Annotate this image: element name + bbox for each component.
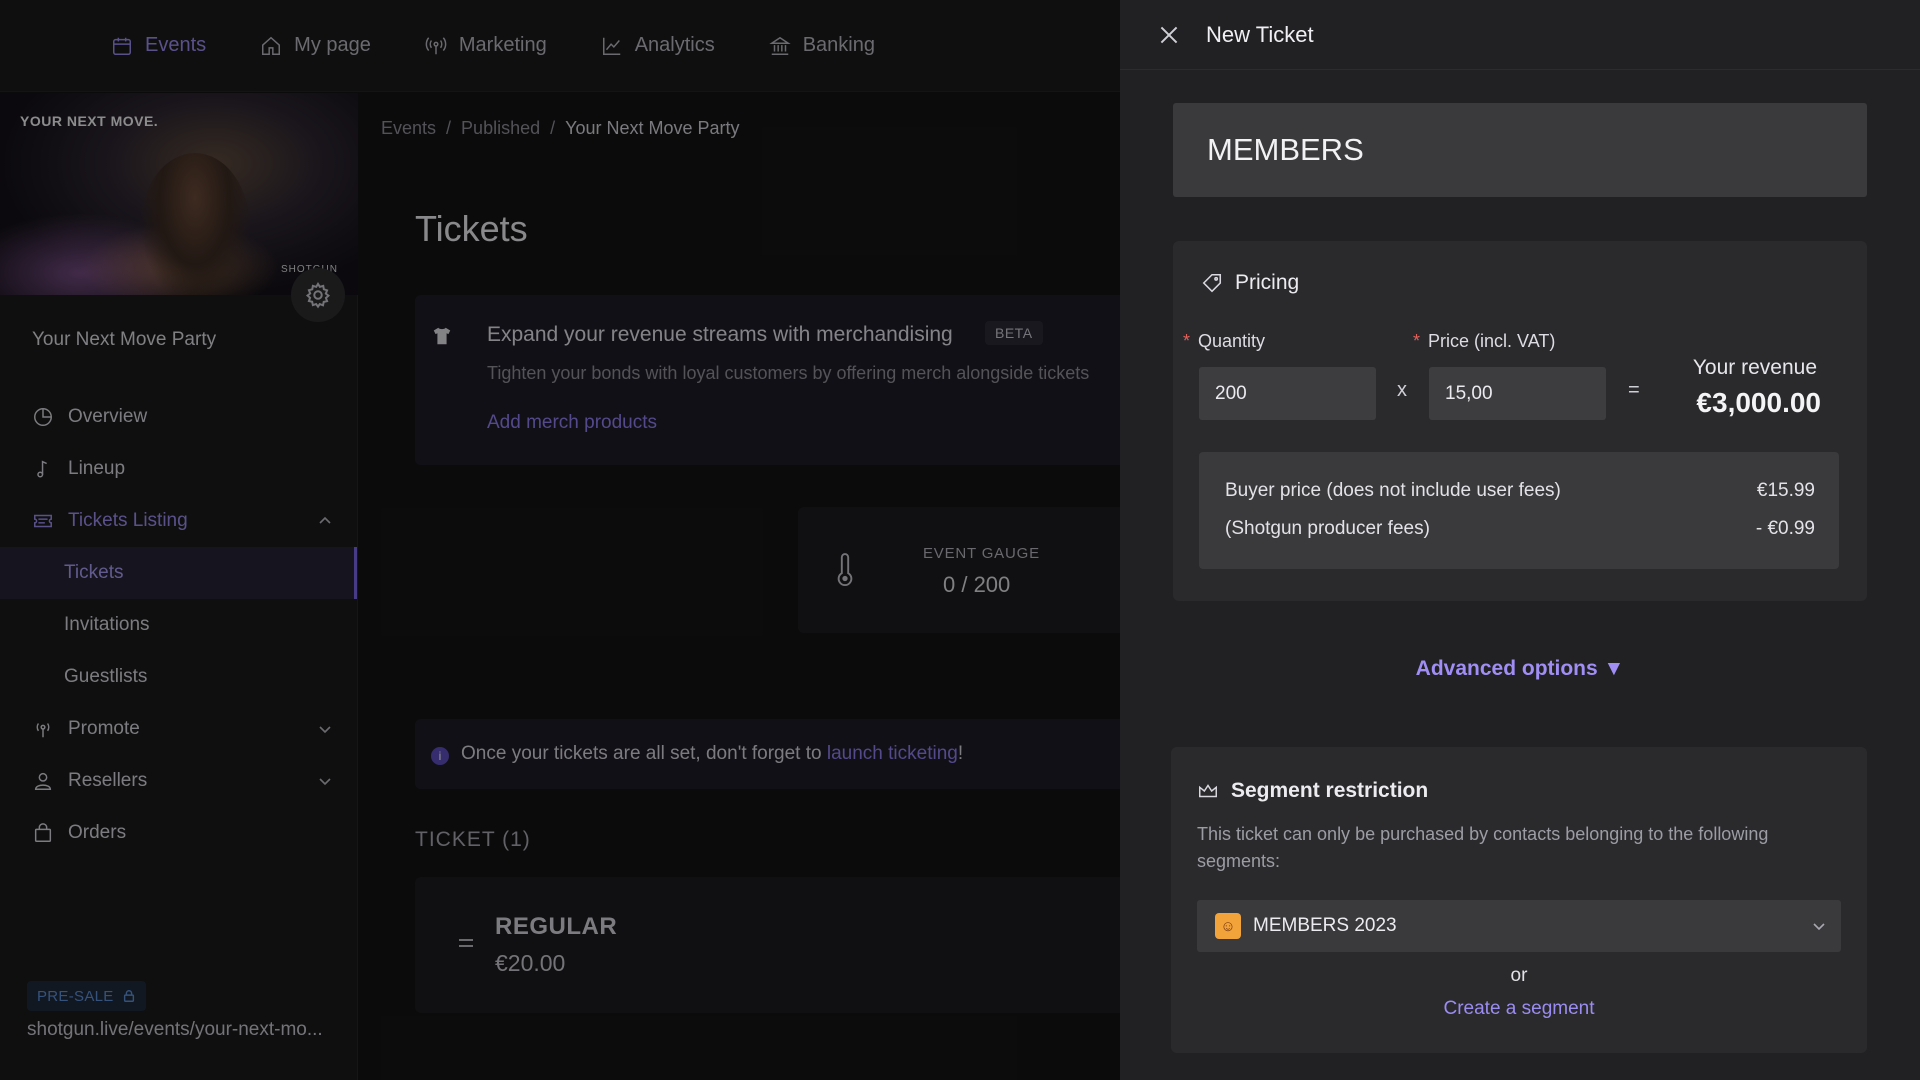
advanced-options-toggle[interactable]: Advanced options ▼ xyxy=(1120,657,1920,681)
pricing-heading: Pricing xyxy=(1201,271,1299,295)
segment-description: This ticket can only be purchased by con… xyxy=(1197,824,1769,871)
chevron-down-icon xyxy=(1813,923,1825,931)
ticket-name-input[interactable] xyxy=(1173,103,1867,197)
buyer-price-summary: Buyer price (does not include user fees)… xyxy=(1199,452,1839,569)
revenue-value: €3,000.00 xyxy=(1696,387,1821,418)
pricing-heading-label: Pricing xyxy=(1235,271,1300,294)
close-panel-button[interactable] xyxy=(1156,22,1182,48)
multiply-sign: x xyxy=(1397,379,1407,401)
buyer-price-value: €15.99 xyxy=(1756,480,1815,501)
price-tag-icon xyxy=(1202,273,1222,293)
buyer-price-label: Buyer price (does not include user fees) xyxy=(1225,480,1561,501)
segment-selected-value: MEMBERS 2023 xyxy=(1253,915,1397,936)
create-segment-link[interactable]: Create a segment xyxy=(1171,998,1867,1020)
revenue-label: Your revenue xyxy=(1692,356,1817,379)
smiley-emoji-icon: ☺ xyxy=(1215,913,1241,939)
producer-fees-value: - €0.99 xyxy=(1755,518,1815,539)
price-label: * Price (incl. VAT) xyxy=(1413,331,1556,351)
producer-fees-label: (Shotgun producer fees) xyxy=(1225,518,1430,539)
panel-title: New Ticket xyxy=(1206,22,1314,47)
quantity-label-text: Quantity xyxy=(1198,331,1266,351)
price-input[interactable] xyxy=(1429,367,1606,420)
quantity-label: * Quantity xyxy=(1183,331,1266,351)
new-ticket-panel: New Ticket Pricing *Quantity *Price (inc… xyxy=(1120,0,1920,1080)
buyer-price-row: Buyer price (does not include user fees)… xyxy=(1225,480,1815,502)
quantity-input[interactable] xyxy=(1199,367,1376,420)
close-icon xyxy=(1160,26,1178,44)
crown-icon xyxy=(1199,784,1217,798)
segment-heading: Segment restriction xyxy=(1197,779,1428,803)
segment-select[interactable]: ☺ MEMBERS 2023 xyxy=(1197,900,1841,952)
segment-restriction-card: Segment restriction This ticket can only… xyxy=(1171,747,1867,1053)
segment-heading-label: Segment restriction xyxy=(1231,779,1429,802)
producer-fees-row: (Shotgun producer fees) - €0.99 xyxy=(1225,518,1815,540)
equals-sign: = xyxy=(1628,379,1640,401)
panel-header: New Ticket xyxy=(1120,0,1920,70)
price-label-text: Price (incl. VAT) xyxy=(1428,331,1556,351)
modal-backdrop[interactable] xyxy=(0,0,1120,1080)
pricing-card: Pricing *Quantity *Price (incl. VAT) x =… xyxy=(1173,241,1867,601)
segment-or-text: or xyxy=(1510,965,1528,986)
